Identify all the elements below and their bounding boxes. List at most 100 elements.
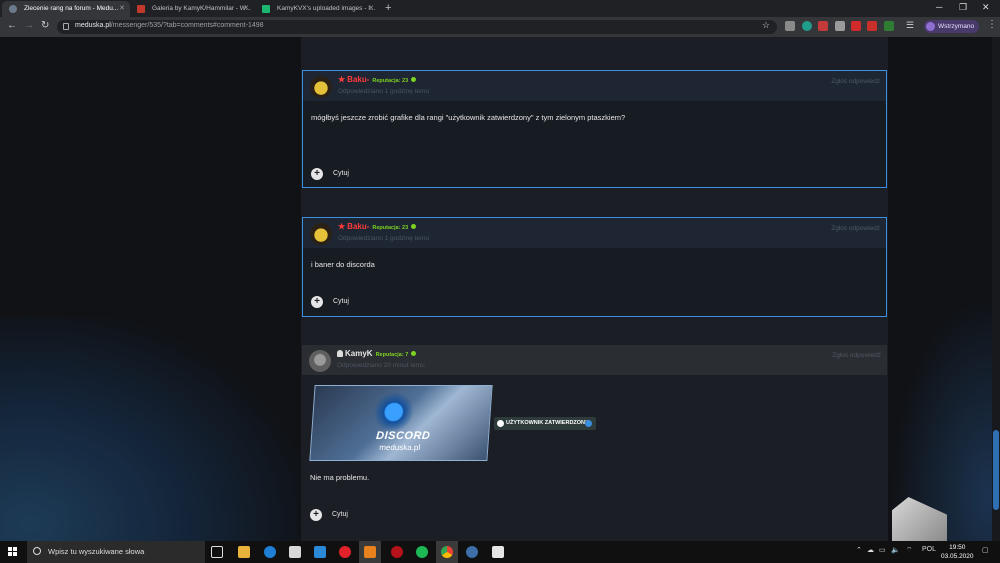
avatar[interactable] xyxy=(310,76,332,98)
extension-icon[interactable] xyxy=(867,21,877,31)
star-icon: ★ xyxy=(338,75,346,84)
quote-label: Cytuj xyxy=(333,298,349,305)
rank-badge-image[interactable]: UŻYTKOWNIK ZATWIERDZONY xyxy=(494,417,596,430)
report-link[interactable]: Zgłoś odpowiedź xyxy=(832,352,881,359)
new-tab-icon[interactable]: + xyxy=(385,2,391,14)
file-explorer-icon[interactable] xyxy=(238,546,250,558)
extension-icon[interactable] xyxy=(835,21,845,31)
plus-icon xyxy=(410,351,416,356)
maximize-icon[interactable]: ❐ xyxy=(959,2,967,13)
task-view-icon[interactable] xyxy=(211,546,223,558)
comment: KamyK Reputacja: 7 Odpowiedziano 20 minut… xyxy=(302,345,887,528)
background-glow xyxy=(0,317,300,541)
edge-icon[interactable] xyxy=(264,546,276,558)
extension-icon[interactable] xyxy=(802,21,812,31)
reputation-text: Reputacja: 7 xyxy=(375,352,409,358)
comment-header: KamyK Reputacja: 7 Odpowiedziano 20 minut… xyxy=(302,345,887,375)
reputation-text: Reputacja: 23 xyxy=(372,78,409,84)
tab-title: KamyKVX's uploaded images - I... xyxy=(277,5,376,12)
discord-banner-image[interactable]: DISCORD meduska.pl xyxy=(309,385,493,461)
tab-galeria[interactable]: Galeria by KamyK/Hammilar - W... ✕ xyxy=(130,1,254,17)
comment-author[interactable]: ★ Baku- Reputacja: 23 xyxy=(338,75,416,84)
comment-time: Odpowiedziano 20 minut temu xyxy=(337,362,425,369)
profile-chip[interactable]: Wstrzymano xyxy=(924,20,979,33)
minimize-icon[interactable]: ─ xyxy=(936,2,942,12)
scrollbar-thumb[interactable] xyxy=(993,430,999,510)
quote-label: Cytuj xyxy=(333,170,349,177)
user-icon xyxy=(337,350,343,357)
comment-time: Odpowiedziano 1 godzinę temu xyxy=(338,235,430,242)
comment-text: Nie ma problemu. xyxy=(310,473,370,482)
chrome-icon[interactable] xyxy=(441,546,453,558)
app-icon[interactable] xyxy=(492,546,504,558)
search-placeholder: Wpisz tu wyszukiwane słowa xyxy=(48,547,145,556)
address-bar[interactable]: meduska.pl/messenger/535/?tab=comments#c… xyxy=(57,20,777,34)
plus-icon: + xyxy=(310,509,322,521)
extension-icon[interactable] xyxy=(818,21,828,31)
star-icon: ★ xyxy=(338,222,346,231)
clock-time: 19:50 xyxy=(949,544,966,551)
extension-icon[interactable] xyxy=(851,21,861,31)
badge-text: UŻYTKOWNIK ZATWIERDZONY xyxy=(506,420,589,426)
cloud-icon[interactable]: ☁ xyxy=(867,546,874,554)
comment-author[interactable]: KamyK Reputacja: 7 xyxy=(337,349,416,358)
store-icon[interactable] xyxy=(289,546,301,558)
medusa-icon xyxy=(585,420,592,427)
report-link[interactable]: Zgłoś odpowiedź xyxy=(831,225,880,232)
language-indicator[interactable]: POL xyxy=(922,546,936,553)
site-favicon-icon xyxy=(9,5,17,13)
extension-icon[interactable] xyxy=(785,21,795,31)
plus-icon xyxy=(410,77,416,82)
plus-icon: + xyxy=(311,168,323,180)
opera-icon[interactable] xyxy=(339,546,351,558)
banner-subtitle: meduska.pl xyxy=(378,443,421,452)
tab-zlecenie[interactable]: Zlecenie rang na forum - Medu... ✕ xyxy=(2,1,130,17)
author-name: Baku- xyxy=(347,75,370,84)
back-icon[interactable]: ← xyxy=(7,20,17,31)
clock[interactable]: 19:50 03.05.2020 xyxy=(941,543,974,561)
reading-list-icon[interactable]: ☰ xyxy=(906,20,914,31)
close-icon[interactable]: ✕ xyxy=(368,1,374,17)
reload-icon[interactable]: ↻ xyxy=(41,20,49,31)
imgur-favicon-icon xyxy=(262,5,270,13)
bookmark-star-icon[interactable]: ☆ xyxy=(762,20,770,31)
report-link[interactable]: Zgłoś odpowiedź xyxy=(831,78,880,85)
tray-chevron-icon[interactable]: ⌃ xyxy=(856,546,862,554)
close-icon[interactable]: ✕ xyxy=(243,1,249,17)
network-icon[interactable]: ▭ xyxy=(879,546,886,554)
avatar[interactable] xyxy=(310,223,332,245)
search-icon xyxy=(33,547,41,555)
tab-images[interactable]: KamyKVX's uploaded images - I... ✕ xyxy=(255,1,379,17)
mail-icon[interactable] xyxy=(314,546,326,558)
comment-text: i baner do discorda xyxy=(311,260,375,269)
avatar[interactable] xyxy=(309,350,331,372)
author-name: KamyK xyxy=(345,349,373,358)
plus-icon: + xyxy=(311,296,323,308)
tab-title: Zlecenie rang na forum - Medu... xyxy=(24,5,119,12)
kebab-menu-icon[interactable]: ⋮ xyxy=(987,19,997,30)
behance-favicon-icon xyxy=(137,5,145,13)
url-path: /messenger/535/?tab=comments#comment-149… xyxy=(110,22,264,29)
reputation-text: Reputacja: 23 xyxy=(372,225,409,231)
close-icon[interactable]: ✕ xyxy=(119,1,125,17)
opera-gx-icon[interactable] xyxy=(391,546,403,558)
forward-icon[interactable]: → xyxy=(24,20,34,31)
notification-icon[interactable]: ▢ xyxy=(982,546,989,554)
url-host: meduska.pl xyxy=(75,22,111,29)
comment-header: ★ Baku- Reputacja: 23 Odpowiedziano 1 godz… xyxy=(303,218,886,248)
windows-start-icon[interactable] xyxy=(8,547,18,557)
close-window-icon[interactable]: ✕ xyxy=(982,2,990,13)
comment-time: Odpowiedziano 1 godzinę temu xyxy=(338,88,430,95)
comment: ★ Baku- Reputacja: 23 Odpowiedziano 1 godz… xyxy=(302,70,887,188)
plus-icon xyxy=(410,224,416,229)
comment-author[interactable]: ★ Baku- Reputacja: 23 xyxy=(338,222,416,231)
spotify-icon[interactable] xyxy=(416,546,428,558)
extension-icon[interactable] xyxy=(884,21,894,31)
volume-icon[interactable]: 🔈 xyxy=(891,546,900,554)
search-box[interactable]: Wpisz tu wyszukiwane słowa xyxy=(27,541,205,563)
url-text: meduska.pl/messenger/535/?tab=comments#c… xyxy=(75,22,264,29)
wifi-icon[interactable]: ⌔ xyxy=(906,546,913,555)
steam-icon[interactable] xyxy=(364,546,376,558)
app-icon[interactable] xyxy=(466,546,478,558)
comment-header: ★ Baku- Reputacja: 23 Odpowiedziano 1 godz… xyxy=(303,71,886,101)
